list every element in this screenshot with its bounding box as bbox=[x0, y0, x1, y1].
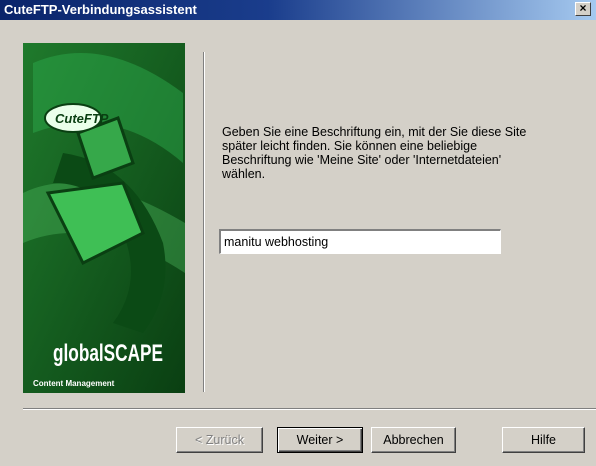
banner-tagline: Content Management bbox=[33, 379, 115, 388]
back-button[interactable]: < Zurück bbox=[176, 427, 263, 453]
instruction-line: Beschriftung wie 'Meine Site' oder 'Inte… bbox=[222, 153, 502, 167]
wizard-banner-image: CuteFTP globalSCAPE Content Management bbox=[23, 43, 185, 393]
cuteftp-logo-text: CuteFTP bbox=[55, 111, 109, 126]
cancel-button[interactable]: Abbrechen bbox=[371, 427, 456, 453]
instruction-text: Geben Sie eine Beschriftung ein, mit der… bbox=[222, 125, 562, 181]
instruction-line: Geben Sie eine Beschriftung ein, mit der… bbox=[222, 125, 527, 139]
button-divider bbox=[23, 408, 596, 410]
vertical-divider bbox=[203, 52, 205, 392]
instruction-line: wählen. bbox=[222, 167, 266, 181]
close-icon: × bbox=[579, 1, 587, 15]
close-button[interactable]: × bbox=[575, 2, 591, 16]
help-button[interactable]: Hilfe bbox=[502, 427, 585, 453]
instruction-line: später leicht finden. Sie können eine be… bbox=[222, 139, 478, 153]
title-bar: CuteFTP-Verbindungsassistent × bbox=[0, 0, 596, 20]
wizard-window: CuteFTP-Verbindungsassistent × CuteFTP g… bbox=[0, 0, 596, 466]
site-label-input[interactable] bbox=[219, 229, 501, 254]
next-button[interactable]: Weiter > bbox=[277, 427, 363, 453]
banner-graphic: CuteFTP globalSCAPE Content Management bbox=[23, 43, 185, 393]
globalscape-logo-text: globalSCAPE bbox=[53, 340, 163, 367]
window-title: CuteFTP-Verbindungsassistent bbox=[4, 2, 197, 17]
